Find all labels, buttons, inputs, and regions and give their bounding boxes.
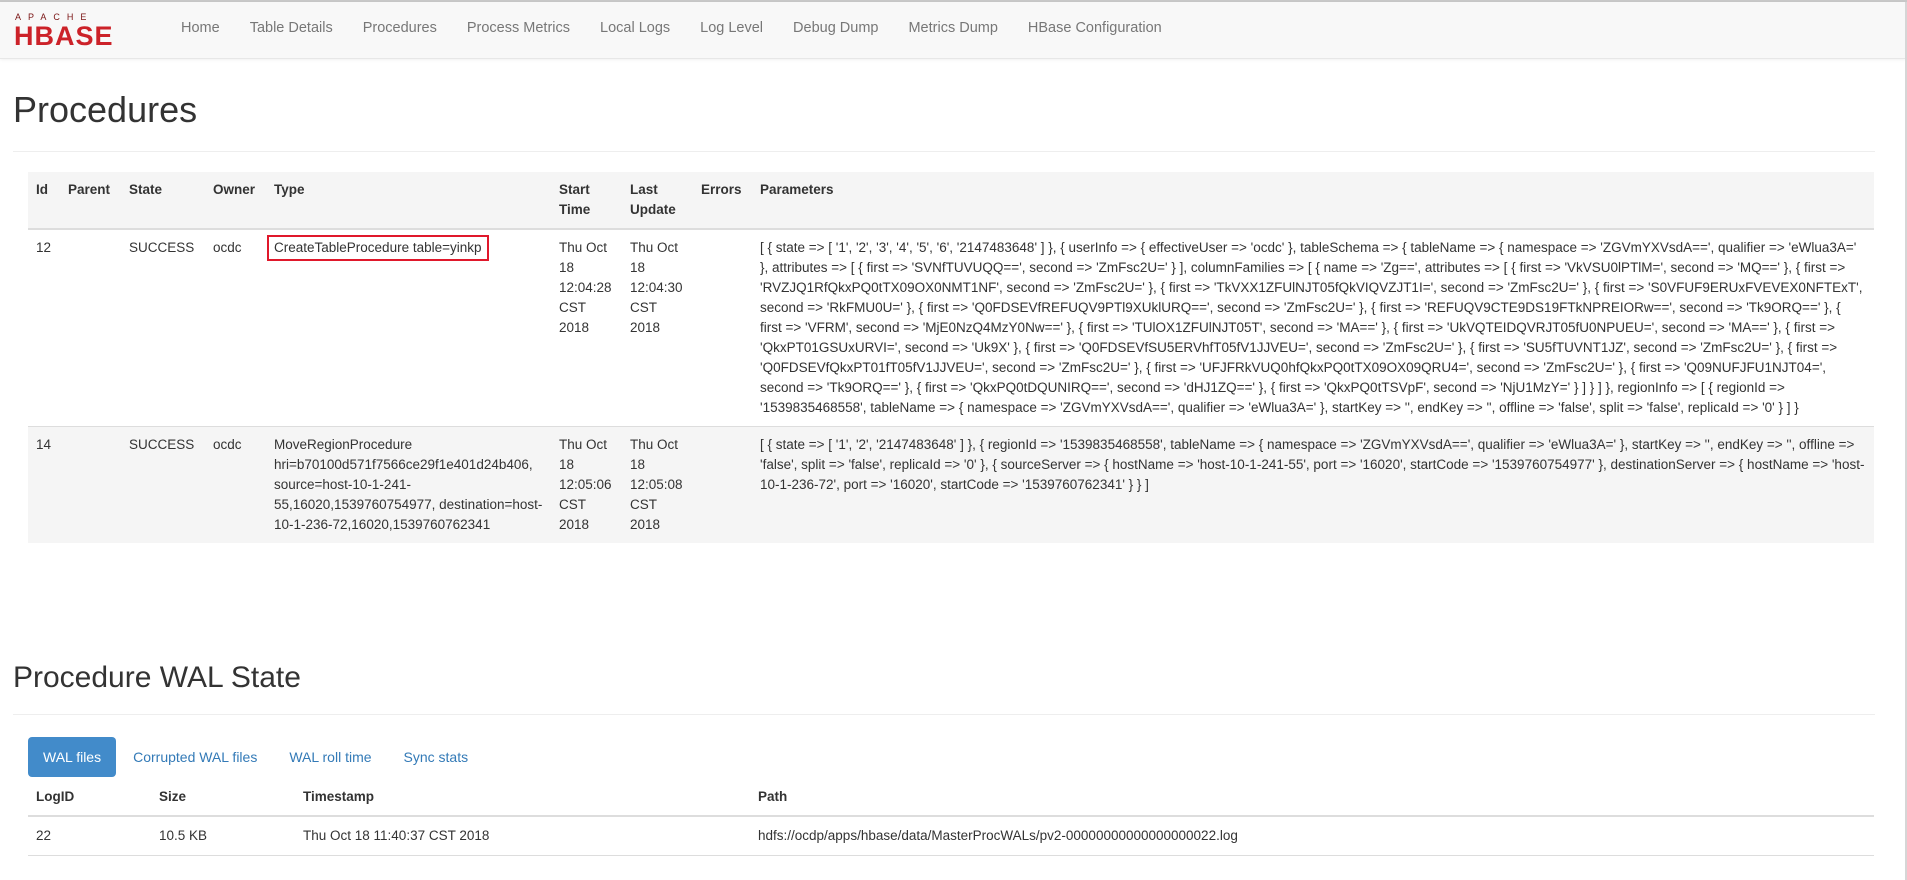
wal-files-table: LogID Size Timestamp Path 22 10.5 KB Thu…: [28, 779, 1874, 856]
col-state-header: State: [129, 182, 163, 197]
nav-process-metrics[interactable]: Process Metrics: [452, 2, 585, 58]
cell-start-time: Thu Oct 18 12:04:28 CST 2018: [559, 240, 612, 335]
highlighted-type: CreateTableProcedure table=yinkp: [267, 235, 489, 261]
tab-corrupted-wal-files[interactable]: Corrupted WAL files: [118, 737, 272, 777]
page-title: Procedures: [13, 89, 198, 130]
cell-type: MoveRegionProcedure hri=b70100d571f7566c…: [274, 437, 543, 532]
tab-wal-roll-time[interactable]: WAL roll time: [274, 737, 386, 777]
wal-tabs: WAL files Corrupted WAL files WAL roll t…: [28, 737, 485, 777]
cell-id: 12: [36, 240, 52, 255]
procedures-table: Id Parent State Owner Type Start Time La…: [28, 172, 1874, 543]
tab-sync-stats[interactable]: Sync stats: [389, 737, 484, 777]
cell-last-update: Thu Oct 18 12:04:30 CST 2018: [630, 240, 683, 335]
cell-logid: 22: [36, 828, 52, 843]
cell-start-time: Thu Oct 18 12:05:06 CST 2018: [559, 437, 612, 532]
nav-debug-dump[interactable]: Debug Dump: [778, 2, 893, 58]
col-logid-header: LogID: [36, 789, 75, 804]
cell-state: SUCCESS: [129, 437, 195, 452]
cell-size: 10.5 KB: [159, 828, 208, 843]
table-header-row: LogID Size Timestamp Path: [28, 779, 1874, 816]
nav-local-logs[interactable]: Local Logs: [585, 2, 685, 58]
table-header-row: Id Parent State Owner Type Start Time La…: [28, 172, 1874, 229]
cell-last-update: Thu Oct 18 12:05:08 CST 2018: [630, 437, 683, 532]
col-id-header: Id: [36, 182, 48, 197]
nav-log-level[interactable]: Log Level: [685, 2, 778, 58]
col-parameters-header: Parameters: [760, 182, 834, 197]
cell-parameters: [ { state => [ '1', '2', '2147483648' ] …: [760, 437, 1865, 492]
col-start-time-header: Start Time: [559, 182, 591, 217]
cell-parent: [60, 229, 121, 427]
cell-errors: [693, 427, 752, 544]
svg-text:HBASE: HBASE: [14, 21, 114, 47]
nav-metrics-dump[interactable]: Metrics Dump: [893, 2, 1012, 58]
cell-parameters: [ { state => [ '1', '2', '3', '4', '5', …: [760, 240, 1863, 415]
nav-home[interactable]: Home: [166, 2, 235, 58]
wal-section-title: Procedure WAL State: [13, 661, 301, 694]
cell-type: CreateTableProcedure table=yinkp: [266, 229, 551, 427]
main-nav: Home Table Details Procedures Process Me…: [166, 2, 1177, 58]
nav-hbase-configuration[interactable]: HBase Configuration: [1013, 2, 1177, 58]
col-errors-header: Errors: [701, 182, 742, 197]
col-path-header: Path: [758, 789, 788, 804]
hbase-logo-icon: APACHE HBASE: [14, 12, 114, 51]
cell-path: hdfs://ocdp/apps/hbase/data/MasterProcWA…: [758, 828, 1238, 843]
cell-owner: ocdc: [213, 437, 242, 452]
col-last-update-header: Last Update: [630, 182, 676, 217]
col-owner-header: Owner: [213, 182, 256, 197]
nav-table-details[interactable]: Table Details: [235, 2, 348, 58]
hbase-logo[interactable]: APACHE HBASE: [14, 11, 150, 51]
cell-id: 14: [36, 437, 52, 452]
col-type-header: Type: [274, 182, 305, 197]
col-parent-header: Parent: [68, 182, 111, 197]
navbar: APACHE HBASE Home Table Details Procedur…: [0, 2, 1906, 59]
nav-procedures[interactable]: Procedures: [348, 2, 452, 58]
divider: [13, 151, 1875, 152]
cell-owner: ocdc: [213, 240, 242, 255]
tab-wal-files[interactable]: WAL files: [28, 737, 117, 777]
cell-timestamp: Thu Oct 18 11:40:37 CST 2018: [303, 828, 490, 843]
col-timestamp-header: Timestamp: [303, 789, 375, 804]
cell-errors: [693, 229, 752, 427]
col-size-header: Size: [159, 789, 187, 804]
table-row: 22 10.5 KB Thu Oct 18 11:40:37 CST 2018 …: [28, 816, 1874, 856]
cell-parent: [60, 427, 121, 544]
table-row: 12 SUCCESS ocdc CreateTableProcedure tab…: [28, 229, 1874, 427]
table-row: 14 SUCCESS ocdc MoveRegionProcedure hri=…: [28, 426, 1874, 544]
divider: [13, 714, 1875, 715]
cell-state: SUCCESS: [129, 240, 195, 255]
